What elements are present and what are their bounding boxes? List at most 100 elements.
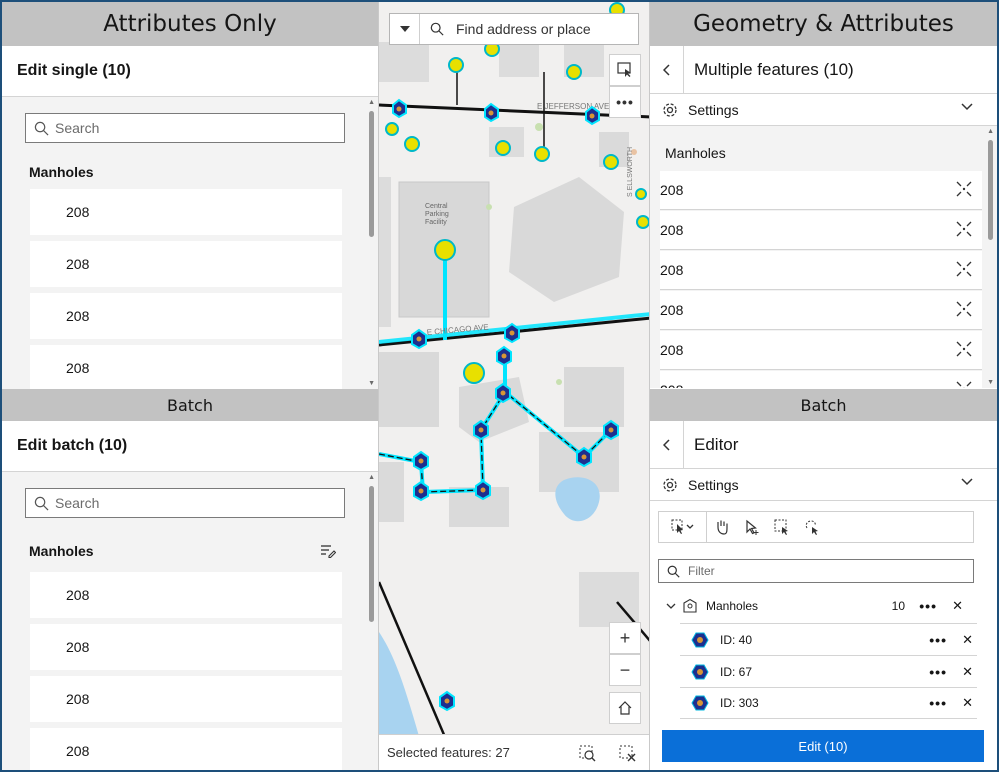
batch-feature-item[interactable]: 208 xyxy=(30,676,342,722)
zoom-in-button[interactable]: + xyxy=(609,622,641,654)
single-feature-item[interactable]: 208 xyxy=(30,241,342,287)
rectangle-select-button[interactable] xyxy=(767,512,797,542)
map-search-bar[interactable]: Find address or place xyxy=(389,13,639,45)
batch-feature-item[interactable]: 208 xyxy=(30,728,342,770)
layer-row[interactable]: Manholes 10 ••• ✕ xyxy=(650,590,997,622)
single-feature-item[interactable]: 208 xyxy=(30,293,342,339)
search-source-dropdown[interactable] xyxy=(390,14,420,44)
zoom-to-feature-icon[interactable] xyxy=(956,261,972,277)
single-feature-item[interactable]: 208 xyxy=(30,345,342,389)
back-button[interactable] xyxy=(650,46,684,93)
feature-row[interactable]: ID: 303 ••• ✕ xyxy=(680,687,977,719)
edit-button[interactable]: Edit (10) xyxy=(662,730,984,762)
search-icon xyxy=(667,565,680,578)
clear-selection-icon[interactable] xyxy=(619,745,636,762)
gear-icon xyxy=(663,477,677,492)
layer-options-icon[interactable]: ••• xyxy=(919,598,937,614)
settings-label: Settings xyxy=(688,101,739,118)
select-tool-button[interactable] xyxy=(609,54,641,86)
multi-features-nav: Multiple features (10) xyxy=(650,46,997,94)
single-scrollbar-thumb[interactable] xyxy=(369,111,374,237)
feature-close-icon[interactable]: ✕ xyxy=(962,632,973,648)
zoom-out-button[interactable]: − xyxy=(609,654,641,686)
feature-row[interactable]: ID: 67 ••• ✕ xyxy=(680,655,977,687)
filter-input[interactable]: Filter xyxy=(658,559,974,583)
layer-name: Manholes xyxy=(706,599,759,613)
more-options-button[interactable]: ••• xyxy=(609,86,641,118)
scroll-down-icon[interactable]: ▼ xyxy=(987,379,994,386)
select-by-pointer-icon xyxy=(671,519,693,534)
feature-row[interactable]: ID: 40 ••• ✕ xyxy=(680,623,977,655)
left-title: Attributes Only xyxy=(103,11,277,37)
scroll-up-icon[interactable]: ▲ xyxy=(368,99,375,106)
chevron-down-icon xyxy=(961,478,973,486)
batch-scrollbar-thumb[interactable] xyxy=(369,486,374,622)
multi-scrollbar-thumb[interactable] xyxy=(988,140,993,240)
feature-options-icon[interactable]: ••• xyxy=(929,695,947,711)
manhole-icon xyxy=(691,632,709,647)
zoom-to-feature-icon[interactable] xyxy=(956,221,972,237)
multi-feature-row[interactable]: 208 xyxy=(660,211,982,250)
feature-label: 208 xyxy=(660,382,683,388)
feature-label: 208 xyxy=(660,262,684,278)
manhole-icon xyxy=(691,695,709,711)
feature-close-icon[interactable]: ✕ xyxy=(962,664,973,680)
map-label-parking-2: Parking xyxy=(425,211,449,218)
scroll-down-icon[interactable]: ▼ xyxy=(368,380,375,387)
feature-close-icon[interactable]: ✕ xyxy=(962,695,973,711)
settings-toggle[interactable]: Settings xyxy=(650,94,997,126)
chevron-down-icon[interactable] xyxy=(666,603,676,610)
left-panel: Attributes Only Edit single (10) Search … xyxy=(2,2,378,770)
zoom-to-feature-icon[interactable] xyxy=(956,381,972,388)
multi-feature-row[interactable]: 208 xyxy=(660,251,982,290)
feature-id: ID: 40 xyxy=(720,632,753,647)
zoom-to-feature-icon[interactable] xyxy=(956,341,972,357)
select-add-button[interactable] xyxy=(737,512,767,542)
feature-label: 208 xyxy=(66,639,90,655)
zoom-to-feature-icon[interactable] xyxy=(956,181,972,197)
feature-label: 208 xyxy=(660,342,684,358)
feature-label: 208 xyxy=(66,308,90,324)
zoom-to-selection-icon[interactable] xyxy=(579,745,596,762)
pan-tool-button[interactable] xyxy=(707,512,737,542)
feature-label: 208 xyxy=(66,743,90,759)
multi-feature-row[interactable]: 208 xyxy=(660,331,982,370)
scroll-up-icon[interactable]: ▲ xyxy=(368,474,375,481)
feature-label: 208 xyxy=(66,587,90,603)
feature-id: ID: 303 xyxy=(720,696,759,710)
single-search-input[interactable]: Search xyxy=(25,113,345,143)
chevron-left-icon xyxy=(662,438,670,451)
minus-icon: − xyxy=(619,659,631,680)
right-batch-title: Batch xyxy=(800,395,847,415)
batch-edit-icon[interactable] xyxy=(320,544,336,558)
map-search-placeholder: Find address or place xyxy=(456,21,591,37)
multi-feature-row[interactable]: 208 xyxy=(660,291,982,330)
caret-down-icon xyxy=(399,26,410,32)
map-search-input[interactable]: Find address or place xyxy=(420,21,591,37)
selection-mode-dropdown[interactable] xyxy=(659,512,707,542)
multi-features-list: Manholes 208 208 208 208 208 208 ▲ ▼ xyxy=(650,126,997,388)
batch-search-input[interactable]: Search xyxy=(25,488,345,518)
zoom-to-feature-icon[interactable] xyxy=(956,301,972,317)
gear-icon xyxy=(663,102,677,117)
map-view[interactable]: E JEFFERSON AVE E CHICAGO AVE S ELLSWORT… xyxy=(378,2,650,770)
layer-icon xyxy=(683,598,697,613)
editor-settings-toggle[interactable]: Settings xyxy=(650,469,997,501)
editor-nav: Editor xyxy=(650,421,997,469)
feature-options-icon[interactable]: ••• xyxy=(929,664,947,680)
feature-label: 208 xyxy=(66,360,90,376)
feature-label: 208 xyxy=(66,204,90,220)
multi-feature-row[interactable]: 208 xyxy=(660,171,982,210)
editor-body: Filter Manholes 10 ••• ✕ ID: 40 ••• ✕ ID… xyxy=(650,501,997,770)
settings-label: Settings xyxy=(688,476,739,493)
batch-feature-item[interactable]: 208 xyxy=(30,624,342,670)
back-button[interactable] xyxy=(650,421,684,468)
layer-close-icon[interactable]: ✕ xyxy=(952,598,963,614)
scroll-up-icon[interactable]: ▲ xyxy=(987,128,994,135)
home-button[interactable] xyxy=(609,692,641,724)
multi-feature-row[interactable]: 208 xyxy=(660,371,982,388)
lasso-select-button[interactable] xyxy=(797,512,827,542)
single-feature-item[interactable]: 208 xyxy=(30,189,342,235)
batch-feature-item[interactable]: 208 xyxy=(30,572,342,618)
feature-options-icon[interactable]: ••• xyxy=(929,632,947,648)
